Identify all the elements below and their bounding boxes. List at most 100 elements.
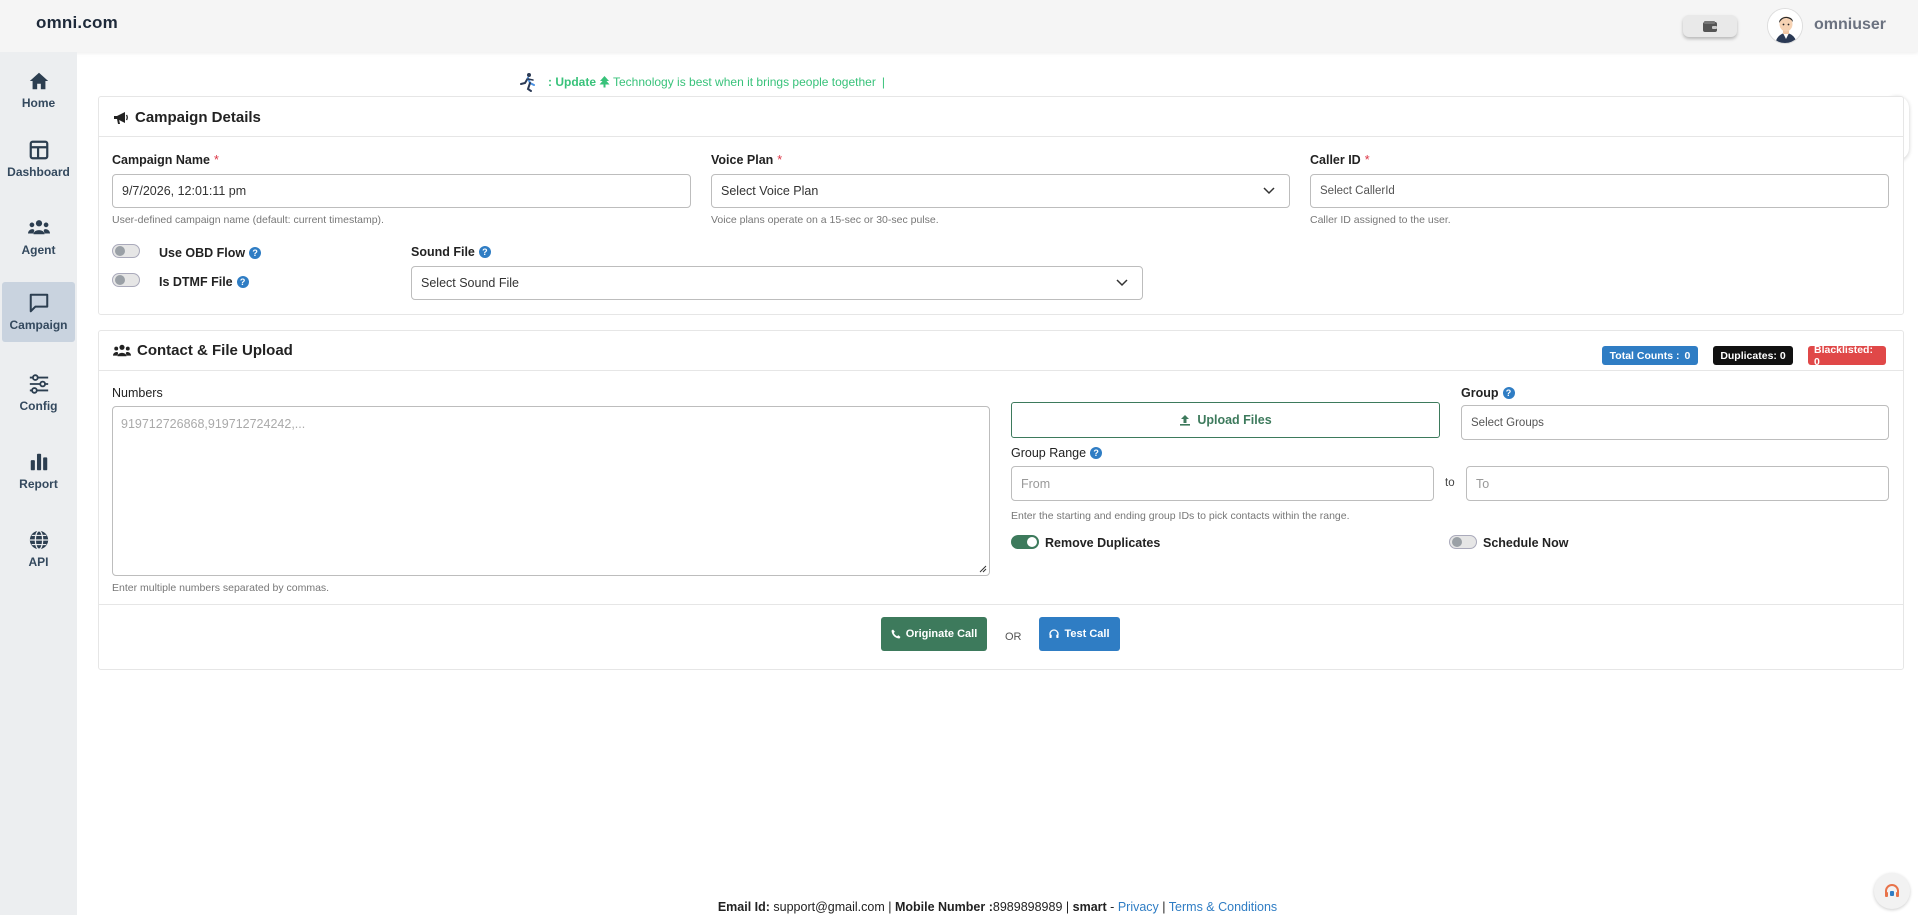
numbers-placeholder: 919712726868,919712724242,... xyxy=(121,417,306,431)
sound-file-select[interactable]: Select Sound File xyxy=(411,266,1143,300)
contact-upload-card: Contact & File Upload Total Counts : 0 D… xyxy=(98,330,1904,670)
globe-icon xyxy=(29,530,48,550)
campaign-details-title-text: Campaign Details xyxy=(135,109,261,126)
contact-upload-title: Contact & File Upload xyxy=(113,342,293,359)
footer-mobile-label: Mobile Number : xyxy=(894,900,993,914)
sidebar-item-config[interactable]: Config xyxy=(2,363,75,423)
footer-email[interactable]: support@gmail.com xyxy=(773,900,884,914)
originate-call-label: Originate Call xyxy=(905,628,978,640)
footer-email-label: Email Id: xyxy=(717,900,770,914)
footer-mobile: 8989898989 xyxy=(992,900,1063,914)
help-icon[interactable]: ? xyxy=(1502,387,1515,399)
numbers-textarea[interactable]: 919712726868,919712724242,... xyxy=(112,406,990,576)
sound-file-value: Select Sound File xyxy=(421,276,519,290)
group-placeholder: Select Groups xyxy=(1471,416,1544,429)
resize-grip-icon[interactable] xyxy=(977,563,987,573)
sidebar-item-api[interactable]: API xyxy=(2,519,75,579)
voice-plan-select[interactable]: Select Voice Plan xyxy=(711,174,1290,208)
sidebar-item-campaign[interactable]: Campaign xyxy=(2,282,75,342)
voice-plan-label: Voice Plan * xyxy=(711,153,782,167)
is-dtmf-file-label-text: Is DTMF File xyxy=(159,275,233,289)
footer-separator: | xyxy=(1065,900,1070,914)
use-obd-flow-label: Use OBD Flow ? xyxy=(159,246,262,260)
voice-plan-help: Voice plans operate on a 15-sec or 30-se… xyxy=(711,214,939,226)
upload-icon xyxy=(1180,415,1191,426)
group-label: Group ? xyxy=(1461,386,1515,400)
caller-id-select[interactable]: Select CallerId xyxy=(1310,174,1889,208)
campaign-name-input[interactable]: 9/7/2026, 12:01:11 pm xyxy=(112,174,691,208)
footer-brand: smart xyxy=(1072,900,1107,914)
group-range-from-input[interactable]: From xyxy=(1011,466,1434,501)
numbers-label: Numbers xyxy=(112,386,163,400)
sidebar-item-dashboard[interactable]: Dashboard xyxy=(2,129,75,189)
sidebar-item-label: API xyxy=(28,555,49,569)
help-icon[interactable]: ? xyxy=(249,247,262,259)
privacy-link[interactable]: Privacy xyxy=(1118,900,1159,914)
sidebar: Home Dashboard Agent Campaign Config Rep… xyxy=(0,52,77,915)
voice-plan-label-text: Voice Plan xyxy=(711,153,774,167)
campaign-name-label-text: Campaign Name xyxy=(112,153,210,167)
group-select[interactable]: Select Groups xyxy=(1461,405,1889,440)
card-divider xyxy=(99,604,1903,605)
numbers-help: Enter multiple numbers separated by comm… xyxy=(112,582,330,594)
upload-files-label: Upload Files xyxy=(1197,413,1272,427)
headset-icon xyxy=(1049,629,1060,638)
total-counts-value: 0 xyxy=(1684,349,1691,362)
test-call-button[interactable]: Test Call xyxy=(1039,617,1120,651)
username[interactable]: omniuser xyxy=(1814,16,1886,34)
footer-separator: | xyxy=(1162,900,1166,914)
blacklisted-badge: Blacklisted: 0 xyxy=(1808,344,1886,368)
duplicates-badge: Duplicates: 0 xyxy=(1713,346,1793,365)
top-header: omni.com omniuser xyxy=(0,0,1918,52)
group-range-to-input[interactable]: To xyxy=(1466,466,1889,501)
is-dtmf-file-label: Is DTMF File ? xyxy=(159,275,249,289)
required-mark: * xyxy=(213,153,219,167)
or-separator: OR xyxy=(1005,631,1022,643)
schedule-now-label: Schedule Now xyxy=(1483,536,1569,550)
is-dtmf-file-toggle[interactable] xyxy=(112,273,140,287)
help-icon[interactable]: ? xyxy=(236,276,249,288)
total-counts-badge: Total Counts : 0 xyxy=(1602,346,1698,365)
test-call-label: Test Call xyxy=(1064,628,1110,640)
caller-id-help: Caller ID assigned to the user. xyxy=(1310,214,1451,226)
wallet-icon xyxy=(1703,20,1717,32)
upload-files-button[interactable]: Upload Files xyxy=(1011,402,1440,438)
group-range-from-placeholder: From xyxy=(1021,476,1051,491)
help-icon[interactable]: ? xyxy=(478,246,491,258)
sound-file-label: Sound File ? xyxy=(411,245,491,259)
originate-call-button[interactable]: Originate Call xyxy=(881,617,987,651)
sidebar-item-home[interactable]: Home xyxy=(2,60,75,120)
campaign-name-help: User-defined campaign name (default: cur… xyxy=(112,214,384,226)
campaign-details-title: Campaign Details xyxy=(113,109,261,126)
sidebar-item-label: Campaign xyxy=(9,318,68,332)
caller-id-label-text: Caller ID xyxy=(1310,153,1361,167)
group-range-label: Group Range ? xyxy=(1011,446,1103,460)
caller-id-label: Caller ID * xyxy=(1310,153,1370,167)
ticker-prefix: : Update xyxy=(548,75,596,89)
terms-link[interactable]: Terms & Conditions xyxy=(1169,900,1277,914)
avatar-icon xyxy=(1768,9,1802,43)
phone-icon xyxy=(891,629,901,639)
sound-file-label-text: Sound File xyxy=(411,245,475,259)
use-obd-flow-toggle[interactable] xyxy=(112,244,140,258)
chevron-down-icon xyxy=(1116,279,1128,287)
user-avatar[interactable] xyxy=(1767,8,1803,44)
sidebar-item-report[interactable]: Report xyxy=(2,441,75,501)
chevron-down-icon xyxy=(1263,187,1275,195)
announcement-ticker: : Update Technology is best when it brin… xyxy=(518,72,885,92)
support-chat-button[interactable] xyxy=(1874,873,1910,909)
contact-upload-title-text: Contact & File Upload xyxy=(137,342,293,359)
wallet-button[interactable] xyxy=(1683,15,1737,37)
footer-separator: | xyxy=(888,900,892,914)
group-range-to-placeholder: To xyxy=(1476,476,1490,491)
schedule-now-toggle[interactable] xyxy=(1449,535,1477,549)
help-icon[interactable]: ? xyxy=(1090,447,1103,459)
tree-icon xyxy=(599,76,610,88)
brand-logo[interactable]: omni.com xyxy=(36,13,118,33)
campaign-name-value: 9/7/2026, 12:01:11 pm xyxy=(122,184,247,198)
sidebar-item-agent[interactable]: Agent xyxy=(2,207,75,267)
remove-duplicates-toggle[interactable] xyxy=(1011,535,1039,549)
group-range-help: Enter the starting and ending group IDs … xyxy=(1011,510,1350,522)
sidebar-item-label: Report xyxy=(19,477,58,491)
group-range-label-text: Group Range xyxy=(1011,446,1087,460)
